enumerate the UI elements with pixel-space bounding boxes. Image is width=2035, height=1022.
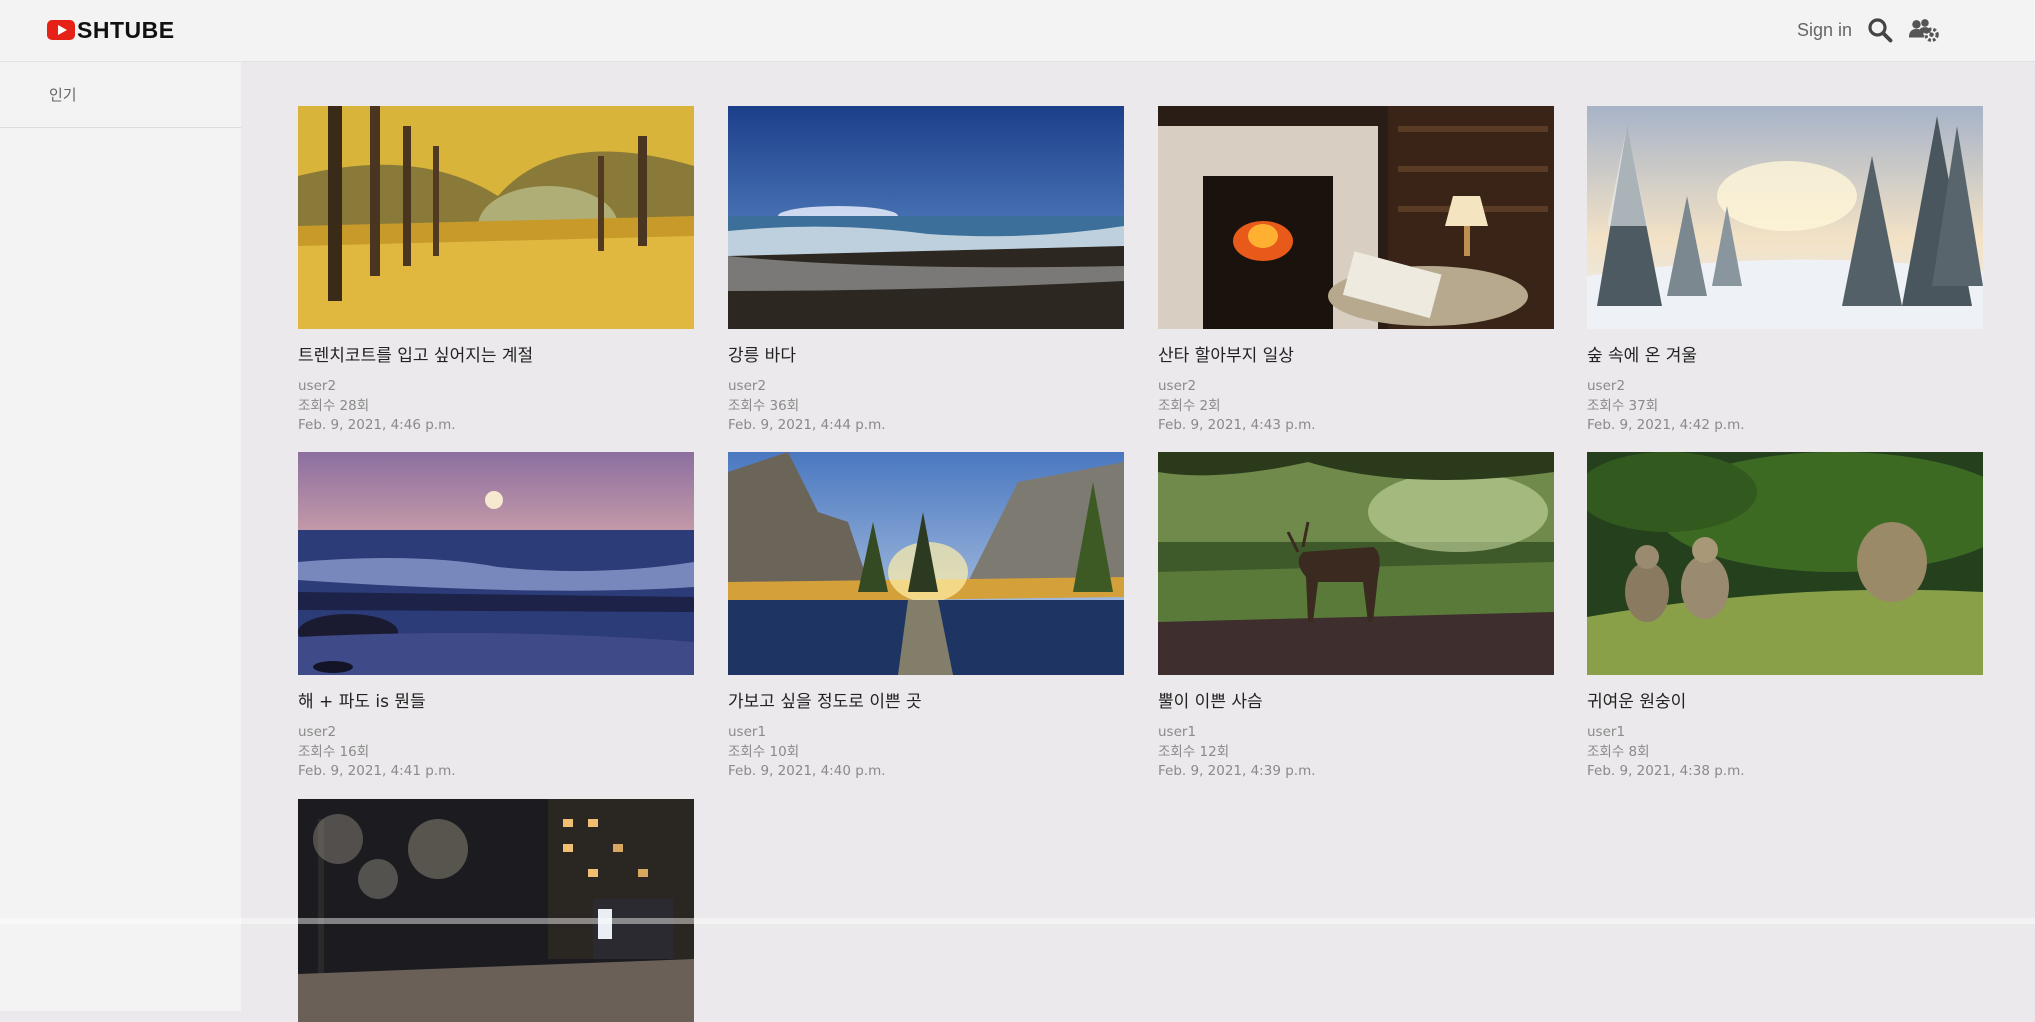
video-uploader[interactable]: user2	[298, 723, 694, 743]
video-card	[298, 799, 694, 1022]
sidebar-item-popular[interactable]: 인기	[0, 62, 241, 128]
video-card: 산타 할아부지 일상 user2 조회수 2회 Feb. 9, 2021, 4:…	[1158, 106, 1554, 436]
video-date: Feb. 9, 2021, 4:43 p.m.	[1158, 417, 1316, 433]
search-icon[interactable]	[1864, 14, 1896, 46]
site-logo[interactable]: SHTUBE	[47, 15, 175, 45]
video-title[interactable]: 귀여운 원숭이	[1587, 687, 1983, 712]
sign-in-link[interactable]: Sign in	[1797, 20, 1852, 41]
video-date: Feb. 9, 2021, 4:40 p.m.	[728, 763, 886, 779]
video-uploader[interactable]: user1	[1587, 723, 1983, 743]
sidebar-item-label: 인기	[49, 86, 77, 104]
video-uploader[interactable]: user1	[728, 723, 1124, 743]
video-date: Feb. 9, 2021, 4:44 p.m.	[728, 417, 886, 433]
users-gear-icon[interactable]	[1908, 14, 1940, 46]
video-views: 조회수 12회	[1158, 743, 1230, 760]
video-views: 조회수 36회	[728, 397, 800, 414]
video-uploader[interactable]: user2	[298, 377, 694, 397]
video-thumbnail[interactable]	[728, 106, 1124, 329]
video-date: Feb. 9, 2021, 4:38 p.m.	[1587, 763, 1745, 779]
video-scan-line	[0, 918, 2035, 924]
video-date: Feb. 9, 2021, 4:41 p.m.	[298, 763, 456, 779]
video-uploader[interactable]: user1	[1158, 723, 1554, 743]
play-logo-icon	[47, 20, 75, 40]
video-uploader[interactable]: user2	[1158, 377, 1554, 397]
video-card: 숲 속에 온 겨울 user2 조회수 37회 Feb. 9, 2021, 4:…	[1587, 106, 1983, 436]
video-card: 해 + 파도 is 뭔들 user2 조회수 16회 Feb. 9, 2021,…	[298, 452, 694, 782]
video-card: 가보고 싶을 정도로 이쁜 곳 user1 조회수 10회 Feb. 9, 20…	[728, 452, 1124, 782]
video-uploader[interactable]: user2	[728, 377, 1124, 397]
video-views: 조회수 16회	[298, 743, 370, 760]
top-header: SHTUBE Sign in	[0, 0, 2035, 62]
video-views: 조회수 28회	[298, 397, 370, 414]
header-actions: Sign in	[1797, 15, 1940, 45]
video-date: Feb. 9, 2021, 4:46 p.m.	[298, 417, 456, 433]
video-thumbnail[interactable]	[1158, 452, 1554, 675]
video-views: 조회수 8회	[1587, 743, 1650, 760]
video-card: 뿔이 이쁜 사슴 user1 조회수 12회 Feb. 9, 2021, 4:3…	[1158, 452, 1554, 782]
video-title[interactable]: 산타 할아부지 일상	[1158, 341, 1554, 366]
video-title[interactable]: 해 + 파도 is 뭔들	[298, 687, 694, 712]
video-title[interactable]: 강릉 바다	[728, 341, 1124, 366]
video-thumbnail[interactable]	[298, 799, 694, 1022]
video-title[interactable]: 트렌치코트를 입고 싶어지는 계절	[298, 341, 694, 366]
video-uploader[interactable]: user2	[1587, 377, 1983, 397]
video-thumbnail[interactable]	[1587, 452, 1983, 675]
video-thumbnail[interactable]	[298, 452, 694, 675]
video-card: 귀여운 원숭이 user1 조회수 8회 Feb. 9, 2021, 4:38 …	[1587, 452, 1983, 782]
video-card: 강릉 바다 user2 조회수 36회 Feb. 9, 2021, 4:44 p…	[728, 106, 1124, 436]
video-thumbnail[interactable]	[728, 452, 1124, 675]
video-views: 조회수 37회	[1587, 397, 1659, 414]
video-views: 조회수 10회	[728, 743, 800, 760]
video-date: Feb. 9, 2021, 4:42 p.m.	[1587, 417, 1745, 433]
video-card: 트렌치코트를 입고 싶어지는 계절 user2 조회수 28회 Feb. 9, …	[298, 106, 694, 436]
video-title[interactable]: 가보고 싶을 정도로 이쁜 곳	[728, 687, 1124, 712]
video-title[interactable]: 뿔이 이쁜 사슴	[1158, 687, 1554, 712]
video-thumbnail[interactable]	[1158, 106, 1554, 329]
video-views: 조회수 2회	[1158, 397, 1221, 414]
video-date: Feb. 9, 2021, 4:39 p.m.	[1158, 763, 1316, 779]
video-thumbnail[interactable]	[1587, 106, 1983, 329]
video-thumbnail[interactable]	[298, 106, 694, 329]
video-title[interactable]: 숲 속에 온 겨울	[1587, 341, 1983, 366]
logo-text: SHTUBE	[77, 16, 175, 43]
sidebar: 인기	[0, 62, 241, 1011]
